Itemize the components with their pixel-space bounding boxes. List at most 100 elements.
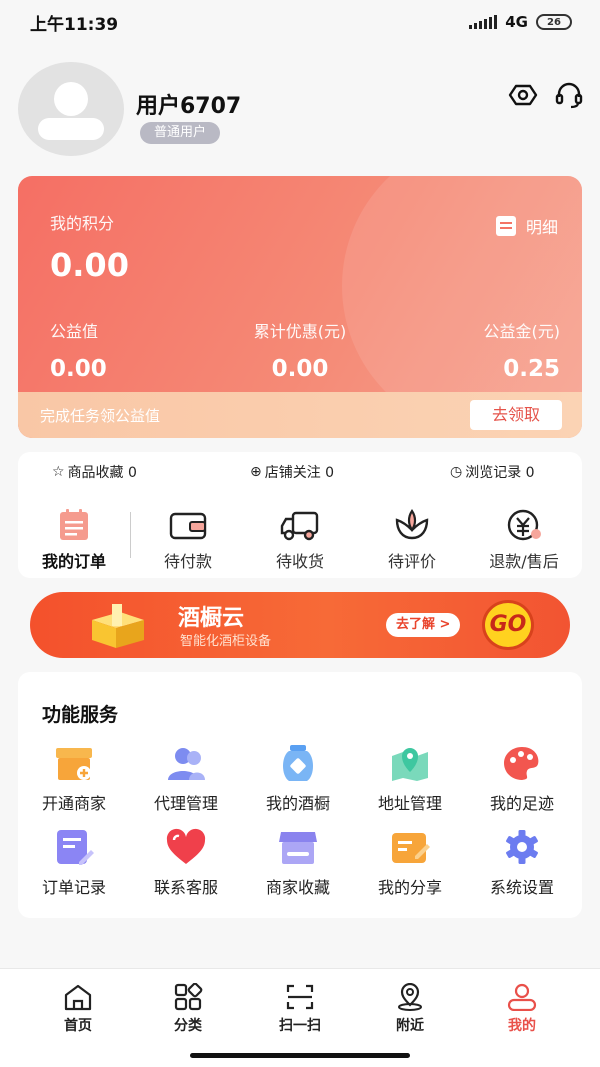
tab-nearby[interactable]: 附近 — [370, 983, 450, 1035]
stat-public-welfare-value[interactable]: 公益值 0.00 — [50, 318, 230, 382]
points-detail-button[interactable]: 明细 — [495, 214, 558, 238]
service-system-settings[interactable]: 系统设置 — [472, 828, 572, 898]
truck-icon — [280, 511, 319, 541]
order-list-icon — [60, 509, 88, 540]
user-level-badge: 普通用户 — [140, 122, 221, 144]
order-pending-review[interactable]: 待评价 — [362, 508, 462, 572]
stat-label: 公益值 — [50, 322, 99, 341]
my-orders-label: 我的订单 — [41, 552, 106, 571]
document-icon — [495, 216, 516, 236]
flower-icon — [395, 509, 429, 540]
service-merchant-favorites[interactable]: 商家收藏 — [248, 828, 348, 898]
stat-value: 0.00 — [50, 356, 107, 382]
tab-label: 附近 — [396, 1018, 424, 1034]
tab-mine[interactable]: 我的 — [482, 983, 562, 1035]
followed-stores-label: 店铺关注 0 — [264, 465, 335, 481]
stat-total-discount[interactable]: 累计优惠(元) 0.00 — [210, 318, 390, 382]
battery-level: 26 — [547, 16, 561, 28]
services-panel: 功能服务 开通商家 代理管理 我的酒橱 地址管理 我的足迹 订单记录 联系客服 … — [18, 672, 582, 918]
learn-more-button[interactable]: 去了解 > — [386, 613, 461, 637]
points-label: 我的积分 — [50, 214, 115, 233]
points-value: 0.00 — [50, 246, 129, 284]
agent-icon — [168, 748, 205, 780]
banner-title: 酒橱云 — [178, 606, 245, 631]
tab-home[interactable]: 首页 — [38, 983, 118, 1035]
tab-label: 扫一扫 — [279, 1018, 321, 1034]
pending-receipt-label: 待收货 — [275, 552, 324, 571]
browse-history-label: 浏览记录 0 — [465, 465, 535, 481]
stat-value: 0.00 — [271, 356, 329, 382]
category-icon — [174, 983, 203, 1011]
profile-header: 用户6707 普通用户 — [18, 62, 584, 162]
my-orders[interactable]: 我的订单 — [24, 508, 124, 572]
service-label: 我的分享 — [377, 878, 442, 897]
service-label: 商家收藏 — [265, 878, 330, 897]
gear-icon — [506, 830, 538, 864]
browse-history[interactable]: ◷ 浏览记录 0 — [450, 462, 535, 482]
service-label: 订单记录 — [41, 878, 106, 897]
tab-scan[interactable]: 扫一扫 — [260, 983, 340, 1035]
shop-icon — [279, 832, 317, 864]
gift-box-icon — [92, 604, 144, 648]
service-label: 代理管理 — [153, 794, 218, 813]
stat-public-welfare-fund[interactable]: 公益金(元) 0.25 — [380, 318, 561, 382]
settings-icon[interactable] — [508, 80, 538, 110]
points-detail-label: 明细 — [525, 218, 558, 237]
store-open-icon — [56, 748, 92, 780]
tab-label: 分类 — [174, 1018, 202, 1034]
go-badge[interactable]: GO — [482, 600, 534, 650]
service-label: 我的酒橱 — [265, 794, 330, 813]
service-label: 联系客服 — [153, 878, 218, 897]
service-my-wine-cabinet[interactable]: 我的酒橱 — [248, 744, 348, 814]
followed-stores[interactable]: ⊕ 店铺关注 0 — [250, 462, 334, 482]
order-refund[interactable]: 退款/售后 — [474, 508, 574, 572]
favorite-goods[interactable]: ☆ 商品收藏 0 — [52, 462, 137, 482]
pending-payment-label: 待付款 — [163, 552, 212, 571]
service-order-records[interactable]: 订单记录 — [24, 828, 124, 898]
headset-icon[interactable] — [554, 80, 584, 110]
star-icon: ☆ — [52, 464, 65, 480]
claim-button[interactable]: 去领取 — [470, 400, 562, 430]
user-icon — [507, 983, 537, 1011]
home-icon — [64, 984, 92, 1011]
service-agent-management[interactable]: 代理管理 — [136, 744, 236, 814]
orders-row: 我的订单 待付款 待收货 待评价 退款/售后 — [18, 508, 582, 571]
share-icon — [392, 833, 430, 863]
heart-icon — [166, 828, 206, 864]
order-record-icon — [57, 830, 94, 865]
favorite-goods-label: 商品收藏 0 — [67, 465, 137, 481]
stat-value: 0.25 — [503, 356, 560, 382]
tab-label: 我的 — [508, 1018, 536, 1034]
stat-label: 累计优惠(元) — [253, 322, 347, 341]
refund-label: 退款/售后 — [489, 552, 559, 571]
service-label: 系统设置 — [489, 878, 554, 897]
home-indicator[interactable] — [190, 1053, 410, 1058]
network-type: 4G — [505, 13, 528, 31]
divider — [130, 512, 131, 558]
banner-subtitle: 智能化酒柜设备 — [180, 634, 272, 649]
task-bar: 完成任务领公益值 去领取 — [18, 392, 582, 438]
tab-category[interactable]: 分类 — [148, 983, 228, 1035]
battery-icon: 26 — [536, 14, 572, 30]
username: 用户6707 — [136, 94, 242, 119]
tab-label: 首页 — [64, 1018, 92, 1034]
location-icon — [398, 983, 422, 1011]
avatar[interactable] — [18, 62, 124, 156]
service-label: 我的足迹 — [489, 794, 554, 813]
order-card: ☆ 商品收藏 0 ⊕ 店铺关注 0 ◷ 浏览记录 0 我的订单 待付款 待收货 … — [18, 452, 582, 578]
service-label: 开通商家 — [41, 794, 106, 813]
scan-icon — [286, 984, 314, 1010]
service-contact-support[interactable]: 联系客服 — [136, 828, 236, 898]
service-my-share[interactable]: 我的分享 — [360, 828, 460, 898]
service-my-footprint[interactable]: 我的足迹 — [472, 744, 572, 814]
service-open-merchant[interactable]: 开通商家 — [24, 744, 124, 814]
promo-banner[interactable]: 酒橱云 智能化酒柜设备 去了解 > GO — [30, 592, 570, 658]
status-time: 上午11:39 — [30, 14, 119, 35]
service-address-management[interactable]: 地址管理 — [360, 744, 460, 814]
signal-icon — [469, 15, 498, 29]
order-pending-payment[interactable]: 待付款 — [138, 508, 238, 572]
order-pending-receipt[interactable]: 待收货 — [250, 508, 350, 572]
points-card: 我的积分 0.00 明细 公益值 0.00 累计优惠(元) 0.00 公益金(元… — [18, 176, 582, 438]
service-label: 地址管理 — [377, 794, 442, 813]
wine-jar-icon — [283, 745, 313, 781]
